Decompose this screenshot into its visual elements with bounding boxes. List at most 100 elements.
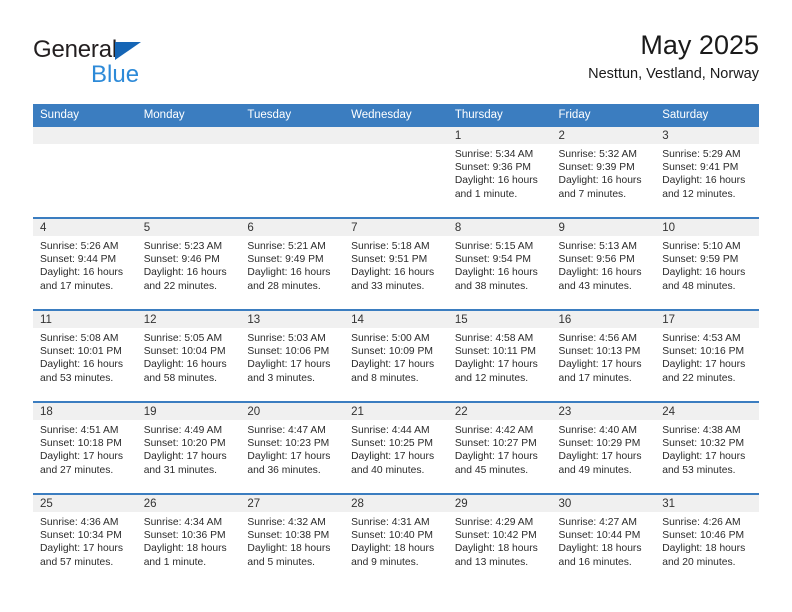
daylight-line: Daylight: 16 hours xyxy=(454,175,538,187)
weekday-header-cell: Wednesday xyxy=(344,104,448,127)
day-cell-inner: 19 Sunrise: 4:49 AM Sunset: 10:20 PM Daylig… xyxy=(136,403,241,493)
day-number: 14 xyxy=(344,311,448,328)
day-cell-details: Sunrise: 4:49 AM Sunset: 10:20 PM Daylight… xyxy=(137,420,241,477)
calendar-day-cell[interactable]: 21 Sunrise: 4:44 AM Sunset: 10:25 PM Daylig… xyxy=(344,401,448,494)
sunrise-line: Sunrise: 5:05 AM xyxy=(143,333,223,344)
calendar-day-cell[interactable]: 24 Sunrise: 4:38 AM Sunset: 10:32 PM Daylig… xyxy=(655,401,759,494)
daylight-line: Daylight: 18 hours xyxy=(558,543,642,555)
calendar-grid: Sunday Monday Tuesday Wednesday Thursday Frid… xyxy=(33,104,759,585)
calendar-day-cell[interactable]: 30 Sunrise: 4:27 AM Sunset: 10:44 PM Daylig… xyxy=(551,493,656,585)
day-cell-inner: 25 Sunrise: 4:36 AM Sunset: 10:34 PM Daylig… xyxy=(33,495,137,585)
day-cell-details: Sunrise: 5:29 AM Sunset: 9:41 PM Daylight:… xyxy=(655,144,759,201)
calendar-day-cell[interactable]: 14 Sunrise: 5:00 AM Sunset: 10:09 PM Daylig… xyxy=(344,309,448,402)
calendar-day-cell[interactable]: 9 Sunrise: 5:13 AM Sunset: 9:56 PM Daylight… xyxy=(551,217,656,310)
day-cell-details: Sunrise: 5:15 AM Sunset: 9:54 PM Daylight:… xyxy=(448,236,552,293)
calendar-day-cell[interactable]: 15 Sunrise: 4:58 AM Sunset: 10:11 PM Daylig… xyxy=(447,309,552,402)
weekday-header-cell: Sunday xyxy=(33,104,137,127)
day-cell-details: Sunrise: 4:51 AM Sunset: 10:18 PM Daylight… xyxy=(33,420,137,477)
daylight-line: and 20 minutes. xyxy=(662,556,736,568)
day-cell-inner: 11 Sunrise: 5:08 AM Sunset: 10:01 PM Daylig… xyxy=(33,311,137,401)
day-cell-inner xyxy=(240,127,345,217)
day-number: 4 xyxy=(33,219,137,236)
sunrise-line: Sunrise: 5:26 AM xyxy=(40,241,119,252)
daylight-line: and 16 minutes. xyxy=(558,556,632,568)
sunset-line: Sunset: 9:56 PM xyxy=(558,254,635,266)
sunset-line: Sunset: 10:46 PM xyxy=(662,530,745,542)
daylight-line: and 12 minutes. xyxy=(454,372,529,384)
calendar-day-cell[interactable]: 6 Sunrise: 5:21 AM Sunset: 9:49 PM Daylight… xyxy=(240,217,345,310)
calendar-day-cell[interactable]: 2 Sunrise: 5:32 AM Sunset: 9:39 PM Daylight… xyxy=(551,127,656,218)
calendar-day-cell[interactable]: 18 Sunrise: 4:51 AM Sunset: 10:18 PM Daylig… xyxy=(33,401,137,494)
sunrise-line: Sunrise: 5:08 AM xyxy=(40,333,119,344)
day-cell-details: Sunrise: 4:47 AM Sunset: 10:23 PM Daylight… xyxy=(240,420,344,477)
sunrise-line: Sunrise: 5:23 AM xyxy=(143,241,223,252)
calendar-day-cell[interactable]: 1 Sunrise: 5:34 AM Sunset: 9:36 PM Daylight… xyxy=(447,127,552,218)
calendar-day-cell[interactable]: 8 Sunrise: 5:15 AM Sunset: 9:54 PM Daylight… xyxy=(447,217,552,310)
calendar-day-cell[interactable]: 20 Sunrise: 4:47 AM Sunset: 10:23 PM Daylig… xyxy=(240,401,345,494)
daylight-line: Daylight: 17 hours xyxy=(40,451,123,463)
daylight-line: Daylight: 16 hours xyxy=(351,267,435,279)
calendar-day-cell[interactable]: 28 Sunrise: 4:31 AM Sunset: 10:40 PM Daylig… xyxy=(344,493,448,585)
sunrise-line: Sunrise: 4:44 AM xyxy=(351,425,430,436)
day-cell-inner: 18 Sunrise: 4:51 AM Sunset: 10:18 PM Daylig… xyxy=(33,403,137,493)
calendar-week-row: 11 Sunrise: 5:08 AM Sunset: 10:01 PM Daylig… xyxy=(33,309,759,402)
day-number: 7 xyxy=(344,219,448,236)
day-cell-inner: 10 Sunrise: 5:10 AM Sunset: 9:59 PM Dayligh… xyxy=(655,219,759,309)
calendar-day-cell[interactable]: 5 Sunrise: 5:23 AM Sunset: 9:46 PM Daylight… xyxy=(136,217,241,310)
daylight-line: Daylight: 16 hours xyxy=(454,267,538,279)
sunrise-line: Sunrise: 5:15 AM xyxy=(454,241,534,252)
calendar-day-cell[interactable]: 13 Sunrise: 5:03 AM Sunset: 10:06 PM Daylig… xyxy=(240,309,345,402)
calendar-day-cell[interactable]: 26 Sunrise: 4:34 AM Sunset: 10:36 PM Daylig… xyxy=(136,493,241,585)
calendar-day-cell[interactable]: 22 Sunrise: 4:42 AM Sunset: 10:27 PM Daylig… xyxy=(447,401,552,494)
calendar-day-cell[interactable]: 7 Sunrise: 5:18 AM Sunset: 9:51 PM Daylight… xyxy=(344,217,448,310)
generalblue-logo: General Blue xyxy=(33,38,223,94)
sunset-line: Sunset: 10:01 PM xyxy=(40,346,122,358)
sunrise-line: Sunrise: 4:58 AM xyxy=(454,333,534,344)
calendar-day-cell[interactable]: 31 Sunrise: 4:26 AM Sunset: 10:46 PM Daylig… xyxy=(655,493,759,585)
calendar-day-cell[interactable]: 3 Sunrise: 5:29 AM Sunset: 9:41 PM Daylight… xyxy=(655,127,759,218)
sunrise-line: Sunrise: 5:03 AM xyxy=(247,333,326,344)
day-number: 3 xyxy=(655,127,759,144)
sunrise-line: Sunrise: 4:42 AM xyxy=(454,425,534,436)
sunrise-line: Sunrise: 5:10 AM xyxy=(662,241,741,252)
day-cell-details: Sunrise: 5:18 AM Sunset: 9:51 PM Daylight:… xyxy=(344,236,448,293)
calendar-day-cell[interactable]: 23 Sunrise: 4:40 AM Sunset: 10:29 PM Daylig… xyxy=(551,401,656,494)
sunset-line: Sunset: 9:41 PM xyxy=(662,162,739,174)
calendar-day-cell[interactable]: 29 Sunrise: 4:29 AM Sunset: 10:42 PM Daylig… xyxy=(447,493,552,585)
daylight-line: and 49 minutes. xyxy=(558,464,632,476)
daylight-line: and 58 minutes. xyxy=(143,372,217,384)
calendar-day-cell[interactable]: 19 Sunrise: 4:49 AM Sunset: 10:20 PM Daylig… xyxy=(136,401,241,494)
day-number: 8 xyxy=(447,219,552,236)
day-cell-details: Sunrise: 4:44 AM Sunset: 10:25 PM Daylight… xyxy=(344,420,448,477)
day-number: 9 xyxy=(551,219,656,236)
day-number: 16 xyxy=(551,311,656,328)
day-cell-details: Sunrise: 4:29 AM Sunset: 10:42 PM Daylight… xyxy=(448,512,552,569)
calendar-day-cell[interactable]: 12 Sunrise: 5:05 AM Sunset: 10:04 PM Daylig… xyxy=(136,309,241,402)
sunrise-line: Sunrise: 5:34 AM xyxy=(454,149,534,160)
sunset-line: Sunset: 9:36 PM xyxy=(454,162,531,174)
daylight-line: Daylight: 16 hours xyxy=(40,359,123,371)
day-cell-inner: 17 Sunrise: 4:53 AM Sunset: 10:16 PM Daylig… xyxy=(655,311,759,401)
calendar-day-cell[interactable]: 16 Sunrise: 4:56 AM Sunset: 10:13 PM Daylig… xyxy=(551,309,656,402)
sunrise-line: Sunrise: 4:31 AM xyxy=(351,517,430,528)
calendar-day-cell[interactable]: 11 Sunrise: 5:08 AM Sunset: 10:01 PM Daylig… xyxy=(33,309,137,402)
day-number: 27 xyxy=(240,495,345,512)
day-cell-inner: 6 Sunrise: 5:21 AM Sunset: 9:49 PM Daylight… xyxy=(240,219,345,309)
weekday-header-cell: Friday xyxy=(551,104,656,127)
daylight-line: and 28 minutes. xyxy=(247,280,321,292)
daylight-line: Daylight: 17 hours xyxy=(247,451,331,463)
calendar-day-cell[interactable]: 25 Sunrise: 4:36 AM Sunset: 10:34 PM Daylig… xyxy=(33,493,137,585)
day-number: 30 xyxy=(551,495,656,512)
calendar-day-cell[interactable]: 4 Sunrise: 5:26 AM Sunset: 9:44 PM Daylight… xyxy=(33,217,137,310)
daylight-line: and 13 minutes. xyxy=(454,556,529,568)
day-cell-details: Sunrise: 5:34 AM Sunset: 9:36 PM Daylight:… xyxy=(448,144,552,201)
day-number: 15 xyxy=(447,311,552,328)
calendar-day-cell[interactable]: 10 Sunrise: 5:10 AM Sunset: 9:59 PM Dayligh… xyxy=(655,217,759,310)
daylight-line: Daylight: 16 hours xyxy=(143,267,227,279)
calendar-day-cell[interactable]: 27 Sunrise: 4:32 AM Sunset: 10:38 PM Daylig… xyxy=(240,493,345,585)
sunrise-line: Sunrise: 4:34 AM xyxy=(143,517,223,528)
day-cell-inner: 3 Sunrise: 5:29 AM Sunset: 9:41 PM Daylight… xyxy=(655,127,759,217)
sunset-line: Sunset: 9:51 PM xyxy=(351,254,428,266)
calendar-day-cell[interactable]: 17 Sunrise: 4:53 AM Sunset: 10:16 PM Daylig… xyxy=(655,309,759,402)
sunset-line: Sunset: 9:49 PM xyxy=(247,254,324,266)
